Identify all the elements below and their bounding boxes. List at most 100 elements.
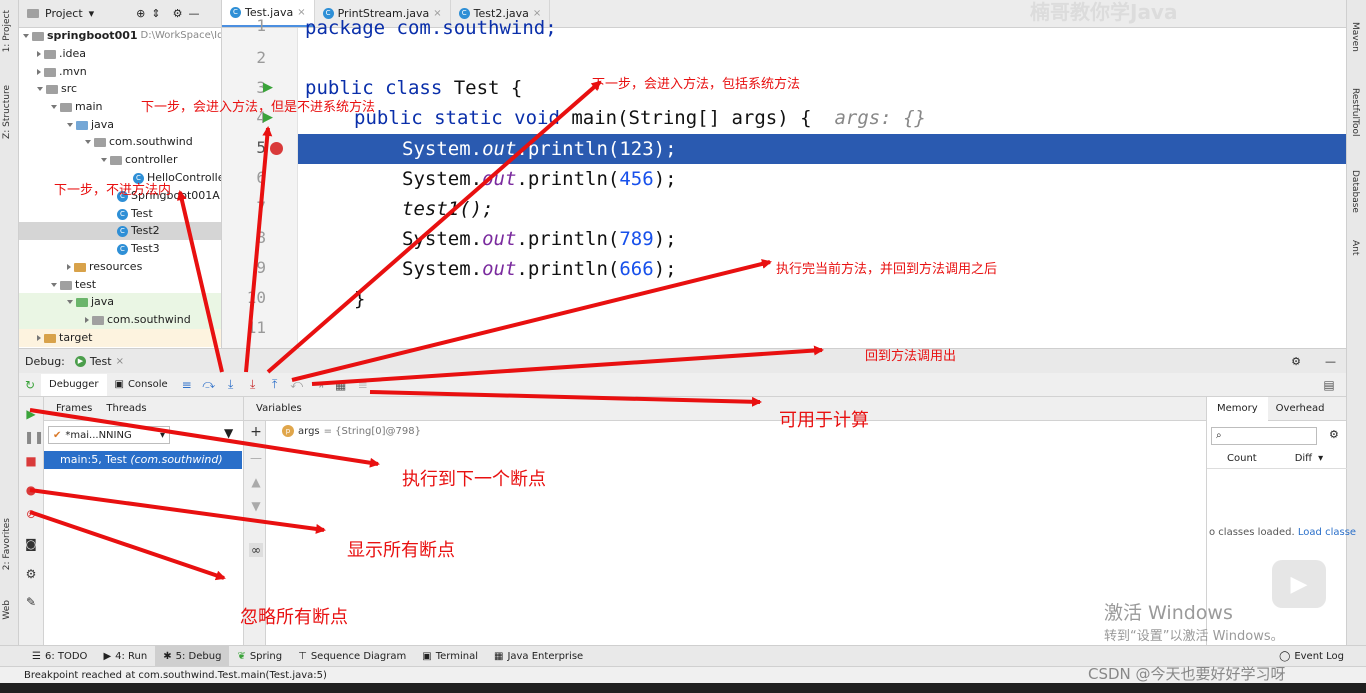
- stop-icon[interactable]: ■: [24, 454, 38, 468]
- tree-item-src[interactable]: src: [37, 80, 77, 98]
- drop-frame-icon[interactable]: ⤺: [286, 374, 308, 396]
- tool-debug[interactable]: ✱ 5: Debug: [155, 646, 230, 666]
- chevron-down-icon[interactable]: ▾: [89, 7, 95, 20]
- ant-tool-tab[interactable]: Ant: [1350, 240, 1360, 255]
- line-number: 11: [246, 318, 266, 337]
- frame-row-selected[interactable]: main:5, Test (com.southwind): [44, 451, 242, 469]
- annotation-step-out: 执行完当前方法，并回到方法调用之后: [776, 262, 998, 277]
- line-number: 6: [256, 168, 266, 187]
- tree-item-java[interactable]: java: [67, 116, 114, 134]
- tool-java-enterprise[interactable]: ▦ Java Enterprise: [486, 646, 591, 666]
- memory-search-input[interactable]: ⌕: [1211, 427, 1317, 445]
- close-icon[interactable]: ×: [116, 356, 124, 367]
- evaluate-expression-icon[interactable]: ▦: [330, 374, 352, 396]
- tool-sequence-diagram[interactable]: ⊤ Sequence Diagram: [290, 646, 414, 666]
- down-icon[interactable]: ▼: [249, 499, 263, 513]
- remove-icon[interactable]: —: [249, 451, 263, 465]
- tab-threads[interactable]: Threads: [106, 403, 146, 414]
- count-column[interactable]: Count: [1227, 453, 1257, 464]
- variables-header: Variables: [244, 397, 1206, 421]
- resume-icon[interactable]: ▶: [24, 407, 38, 421]
- tree-item-test-package[interactable]: com.southwind: [19, 311, 221, 329]
- tool-run[interactable]: ▶ 4: Run: [95, 646, 155, 666]
- filter-icon[interactable]: ▼: [224, 426, 233, 440]
- rerun-icon[interactable]: ↻: [19, 374, 41, 396]
- tool-terminal[interactable]: ▣ Terminal: [414, 646, 486, 666]
- mute-breakpoints-icon[interactable]: ⊘: [24, 507, 38, 521]
- tab-debugger[interactable]: Debugger: [41, 373, 107, 396]
- menu-icon[interactable]: ≡: [176, 374, 198, 396]
- tab-console[interactable]: ▣ Console: [107, 374, 176, 396]
- tree-item-resources[interactable]: resources: [67, 258, 142, 276]
- debug-toolbar: ↻ Debugger ▣ Console ≡ ⤼ ⤓ ⤓ ⤒ ⤺ ⇥ ▦ ≡ ▤: [19, 373, 1346, 397]
- pin-icon[interactable]: ✎: [24, 595, 38, 609]
- variable-row[interactable]: p args = {String[0]@798}: [282, 425, 421, 437]
- thread-select[interactable]: ✔ *mai...NNING ▾: [48, 426, 170, 444]
- author-watermark: 楠哥教你学Java: [1030, 0, 1178, 24]
- tree-item-idea[interactable]: .idea: [37, 45, 86, 63]
- project-tool-tab[interactable]: 1: Project: [2, 10, 12, 52]
- tool-todo[interactable]: ☰ 6: TODO: [24, 646, 95, 666]
- minimize-icon[interactable]: —: [188, 7, 199, 20]
- web-tool-tab[interactable]: Web: [2, 600, 12, 620]
- run-gutter-icon[interactable]: ▶: [263, 80, 273, 95]
- step-into-icon[interactable]: ⤓: [220, 374, 242, 396]
- tab-memory[interactable]: Memory: [1207, 396, 1268, 421]
- database-tool-tab[interactable]: Database: [1350, 170, 1360, 213]
- tree-item-test-java[interactable]: java: [19, 293, 221, 311]
- tree-item-target[interactable]: target: [19, 329, 221, 347]
- pause-icon[interactable]: ❚❚: [24, 430, 44, 444]
- gear-icon[interactable]: ⚙: [173, 7, 183, 20]
- maven-tool-tab[interactable]: Maven: [1350, 22, 1360, 52]
- tree-item-controller[interactable]: controller: [101, 151, 177, 169]
- project-title[interactable]: Project: [45, 7, 83, 20]
- tree-item-package[interactable]: com.southwind: [85, 133, 193, 151]
- restful-tool-tab[interactable]: RestfulTool: [1350, 88, 1360, 136]
- code-line-5: System.out.println(123);: [402, 138, 677, 160]
- glasses-icon[interactable]: ∞: [249, 543, 263, 557]
- breakpoint-icon[interactable]: [270, 142, 283, 155]
- tool-spring[interactable]: ❦ Spring: [229, 646, 290, 666]
- gear-icon[interactable]: ⚙: [1291, 355, 1301, 368]
- frames-panel: Frames Threads ✔ *mai...NNING ▾ ▼ main:5…: [44, 397, 244, 645]
- tab-overhead[interactable]: Overhead: [1268, 403, 1333, 414]
- play-icon[interactable]: ▶: [1272, 560, 1326, 608]
- code-line-6: System.out.println(456);: [402, 168, 677, 190]
- tab-frames[interactable]: Frames: [56, 403, 92, 414]
- target-icon[interactable]: ⊕: [136, 7, 145, 20]
- diff-column[interactable]: Diff: [1295, 453, 1312, 464]
- step-out-icon[interactable]: ⤒: [264, 374, 286, 396]
- collapse-icon[interactable]: ⇕: [151, 7, 160, 20]
- tree-item-test-dir[interactable]: test: [51, 276, 96, 294]
- check-icon: ✔: [53, 429, 62, 441]
- list-icon: ☰: [32, 650, 41, 662]
- layout-icon[interactable]: ▤: [1318, 374, 1340, 396]
- settings-icon[interactable]: ⚙: [24, 567, 38, 581]
- tree-item-test[interactable]: C Test: [117, 205, 153, 223]
- tree-item-test3[interactable]: C Test3: [117, 240, 160, 258]
- structure-tool-tab[interactable]: Z: Structure: [2, 85, 12, 139]
- tree-root[interactable]: springboot001 D:\WorkSpace\Id: [23, 27, 221, 45]
- tree-item-mvn[interactable]: .mvn: [37, 63, 87, 81]
- step-over-icon[interactable]: ⤼: [198, 374, 220, 396]
- windows-activation-title: 激活 Windows: [1104, 602, 1233, 624]
- annotation-resume: 执行到下一个断点: [402, 469, 546, 490]
- up-icon[interactable]: ▲: [249, 475, 263, 489]
- trace-icon[interactable]: ≡: [352, 374, 374, 396]
- annotation-mute-breakpoints: 忽略所有断点: [240, 607, 348, 628]
- debug-session-tab[interactable]: ▶ Test ×: [74, 355, 124, 368]
- tree-item-test2[interactable]: C Test2: [19, 222, 221, 240]
- code-line-1: package com.southwind;: [305, 17, 557, 39]
- minimize-icon[interactable]: —: [1325, 355, 1336, 368]
- load-classes-link[interactable]: Load classe: [1298, 527, 1356, 538]
- force-step-into-icon[interactable]: ⤓: [242, 374, 264, 396]
- tree-item-main[interactable]: main: [51, 98, 102, 116]
- gear-icon[interactable]: ⚙: [1329, 428, 1339, 441]
- favorites-tool-tab[interactable]: 2: Favorites: [2, 518, 12, 570]
- line-number: 8: [256, 228, 266, 247]
- view-breakpoints-icon[interactable]: ●: [24, 483, 38, 497]
- add-watch-icon[interactable]: +: [249, 425, 263, 439]
- camera-icon[interactable]: ◙: [24, 537, 38, 551]
- run-to-cursor-icon[interactable]: ⇥: [308, 374, 330, 396]
- event-log-icon: ◯: [1279, 650, 1291, 662]
